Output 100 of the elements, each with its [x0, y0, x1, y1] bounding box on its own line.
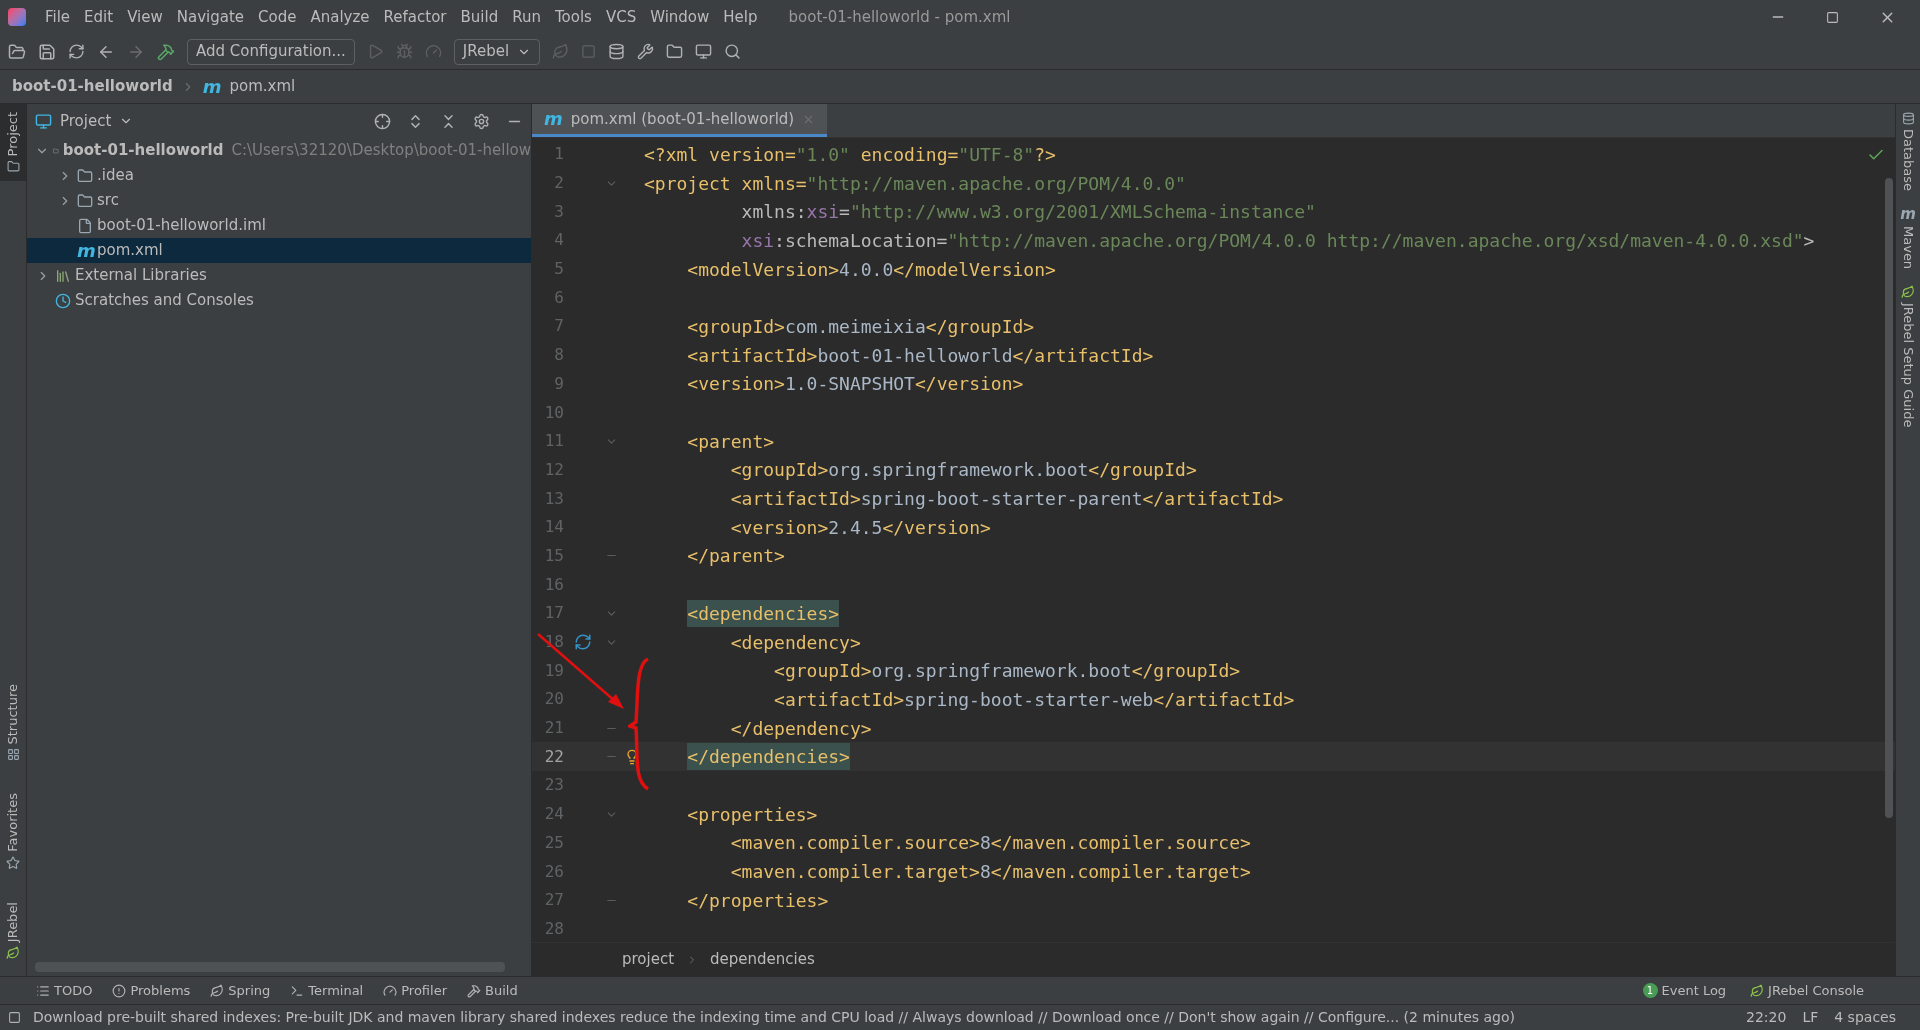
menu-item[interactable]: Build — [453, 5, 506, 29]
maven-icon: m — [77, 241, 93, 260]
status-message: Download pre-built shared indexes: Pre-built JDK and maven library shared indexes reduce the indexing time and CPU load // Always download // Download once // Don't show again // Configure... (2 minutes ago) — [33, 1008, 1516, 1027]
line-number: 19 — [543, 659, 564, 682]
restore-icon[interactable] — [1826, 10, 1839, 24]
code-line: <modelVersion>4.0.0</modelVersion> — [687, 257, 1056, 282]
tool-window-tab[interactable]: Favorites — [0, 785, 26, 878]
indent-setting[interactable]: 4 spaces — [1834, 1007, 1896, 1028]
menu-item[interactable]: Edit — [77, 5, 121, 29]
tree-item[interactable]: .idea — [27, 163, 531, 188]
tool-tab[interactable]: Terminal — [290, 980, 364, 1001]
tool-window-tab[interactable]: Project — [0, 104, 26, 182]
line-number: 3 — [553, 200, 564, 223]
code-line: </dependency> — [730, 716, 872, 741]
panel-icon — [35, 112, 52, 130]
breadcrumb[interactable]: dependencies — [710, 948, 815, 971]
database-icon[interactable] — [608, 43, 626, 60]
menu-item[interactable]: Refactor — [376, 5, 454, 29]
panel-toggle-icon[interactable] — [8, 1011, 21, 1024]
open-icon[interactable] — [8, 42, 26, 61]
scrollbar[interactable] — [1885, 178, 1893, 818]
code-line: <artifactId>boot-01-helloworld</artifactId> — [687, 343, 1154, 368]
breadcrumb-project[interactable]: boot-01-helloworld — [12, 75, 173, 98]
tree-item[interactable]: External Libraries — [27, 263, 531, 288]
tree-item[interactable]: boot-01-helloworld.iml — [27, 213, 531, 238]
menu-item[interactable]: Run — [505, 5, 548, 29]
tree-item[interactable]: mpom.xml — [27, 238, 531, 263]
tool-window-tab[interactable]: JRebel — [0, 893, 26, 968]
tool-window-tab[interactable]: Database — [1898, 112, 1918, 192]
jrebel-dropdown[interactable]: JRebel — [453, 38, 541, 65]
menu-item[interactable]: Code — [251, 5, 304, 29]
menu-item[interactable]: Analyze — [303, 5, 377, 29]
tree-item[interactable]: Scratches and Consoles — [27, 288, 531, 313]
search-icon[interactable] — [724, 43, 742, 60]
terminal-icon — [290, 983, 305, 998]
code-line: </parent> — [687, 544, 785, 569]
breadcrumb[interactable]: project — [622, 948, 675, 971]
line-number: 2 — [553, 172, 564, 195]
code-line: <version>2.4.5</version> — [730, 515, 991, 540]
code-line: <properties> — [687, 802, 818, 827]
menu-item[interactable]: Window — [643, 5, 717, 29]
line-number: 23 — [543, 774, 564, 797]
tool-window-tab[interactable]: JRebel Setup Guide — [1898, 285, 1918, 428]
clock-icon — [55, 292, 71, 309]
menu-item[interactable]: VCS — [598, 5, 644, 29]
wrench-icon[interactable] — [637, 43, 655, 60]
line-number: 27 — [543, 889, 564, 912]
tool-window-tab[interactable]: m Maven — [1898, 207, 1918, 270]
tool-tab[interactable]: Problems — [112, 980, 191, 1001]
locate-icon[interactable] — [374, 112, 391, 130]
code-line: <?xml version="1.0" encoding="UTF-8"?> — [644, 142, 1056, 167]
alert-icon — [112, 983, 127, 998]
line-number: 9 — [553, 372, 564, 395]
menu-item[interactable]: File — [38, 5, 78, 29]
file-icon — [77, 217, 93, 234]
tool-tab[interactable]: TODO — [36, 980, 93, 1001]
menu-item[interactable]: Help — [716, 5, 765, 29]
sync-icon[interactable] — [68, 43, 85, 60]
tree-item[interactable]: boot-01-helloworld C:\Users\32120\Desktop\boot-01-hellow — [27, 138, 531, 163]
grid-icon — [6, 748, 20, 762]
library-icon — [55, 267, 71, 284]
tool-tab[interactable]: Spring — [210, 980, 271, 1001]
line-number: 11 — [543, 430, 564, 453]
line-separator[interactable]: LF — [1802, 1007, 1819, 1028]
run-configuration-button[interactable]: Add Configuration... — [187, 38, 355, 65]
leaf-icon — [1901, 285, 1915, 300]
tool-tab[interactable]: JRebel Console — [1750, 980, 1864, 1001]
menu-item[interactable]: Navigate — [169, 5, 252, 29]
code-line: <artifactId>spring-boot-starter-web</artifactId> — [774, 687, 1295, 712]
leaf-icon — [1750, 983, 1765, 998]
tool-tab[interactable]: Build — [467, 980, 518, 1001]
save-icon[interactable] — [38, 42, 56, 61]
line-number: 13 — [543, 487, 564, 510]
line-number: 20 — [543, 688, 564, 711]
menu-item[interactable]: Tools — [547, 5, 599, 29]
code-line: <version>1.0-SNAPSHOT</version> — [687, 372, 1024, 397]
menu-item[interactable]: View — [120, 5, 170, 29]
line-number: 24 — [543, 803, 564, 826]
line-number: 8 — [553, 344, 564, 367]
line-number: 21 — [543, 717, 564, 740]
settings-icon[interactable] — [473, 112, 490, 130]
database-icon — [1901, 112, 1915, 125]
caret-position[interactable]: 22:20 — [1746, 1007, 1787, 1028]
breadcrumb-file[interactable]: pom.xml — [229, 75, 296, 98]
hammer-icon[interactable] — [157, 42, 175, 61]
tree-path: C:\Users\32120\Desktop\boot-01-hellow — [231, 140, 531, 162]
tool-tab[interactable]: Profiler — [383, 980, 448, 1001]
folder-icon[interactable] — [666, 43, 684, 60]
code-line: <maven.compiler.target>8</maven.compiler.target> — [730, 860, 1251, 885]
folder-icon — [77, 167, 93, 184]
code-line: <groupId>org.springframework.boot</groupId> — [730, 458, 1197, 483]
tool-tab[interactable]: 1 Event Log — [1642, 980, 1727, 1001]
tool-window-tab[interactable]: Structure — [0, 675, 26, 770]
tree-item[interactable]: src — [27, 188, 531, 213]
panel-title[interactable]: Project — [60, 109, 112, 133]
window-icon[interactable] — [695, 43, 713, 60]
update-icon[interactable] — [574, 633, 592, 652]
code-line: </properties> — [687, 888, 829, 913]
editor-tab[interactable]: m pom.xml (boot-01-helloworld) — [532, 104, 828, 137]
line-number: 10 — [543, 401, 564, 424]
